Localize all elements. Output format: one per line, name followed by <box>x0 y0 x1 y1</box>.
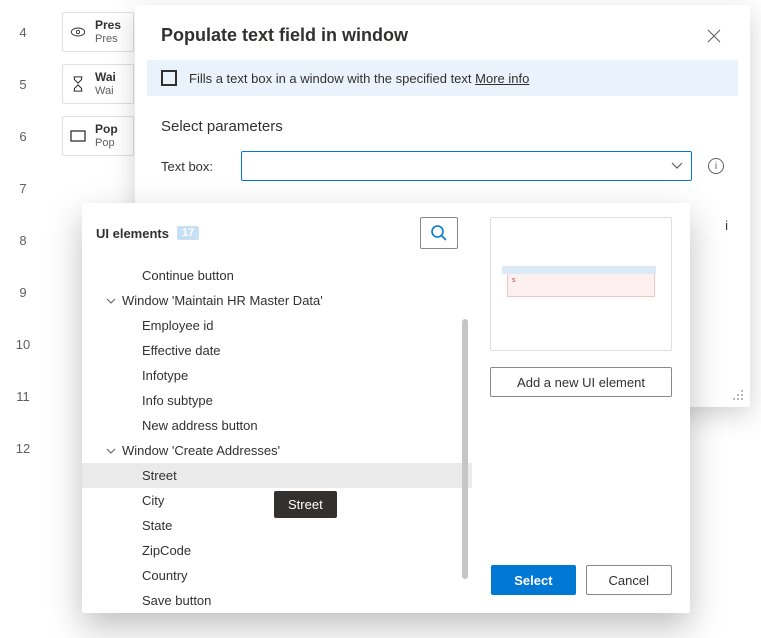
select-button[interactable]: Select <box>491 565 575 595</box>
picker-heading: UI elements <box>96 226 169 241</box>
tree-node[interactable]: New address button <box>82 413 472 438</box>
more-info-link[interactable]: More info <box>475 71 529 86</box>
step-number: 11 <box>14 389 32 404</box>
cursor-icon <box>69 23 87 41</box>
search-button[interactable] <box>420 217 458 249</box>
info-bar: Fills a text box in a window with the sp… <box>147 60 738 96</box>
step-row[interactable]: 6 PopPop <box>0 110 144 162</box>
tree-node-selected[interactable]: Street <box>82 463 472 488</box>
step-number: 10 <box>14 337 32 352</box>
resize-grip-icon[interactable] <box>732 389 744 401</box>
textbox-param-row: Text box: i <box>135 143 750 189</box>
search-icon <box>430 224 448 242</box>
tree-node[interactable]: State <box>82 513 472 538</box>
tree-node[interactable]: Save button <box>82 588 472 613</box>
step-number: 6 <box>14 129 32 144</box>
tree-node[interactable]: Country <box>82 563 472 588</box>
textbox-label: Text box: <box>161 159 225 174</box>
tree-group[interactable]: Window 'Maintain HR Master Data' <box>82 288 472 313</box>
preview-field: s <box>507 271 655 297</box>
element-count-badge: 17 <box>177 226 199 240</box>
tree-node[interactable]: Continue button <box>82 263 472 288</box>
cancel-button[interactable]: Cancel <box>586 565 672 595</box>
tree-node[interactable]: ZipCode <box>82 538 472 563</box>
step-row[interactable]: 4 PresPres <box>0 6 144 58</box>
rect-icon <box>69 127 87 145</box>
tree-node[interactable]: Infotype <box>82 363 472 388</box>
ui-elements-picker: UI elements 17 Continue button Window 'M… <box>82 203 690 613</box>
step-number: 8 <box>14 233 32 248</box>
step-card[interactable]: PresPres <box>62 12 134 52</box>
step-number: 9 <box>14 285 32 300</box>
scrollbar[interactable] <box>462 319 468 579</box>
element-preview: s <box>490 217 672 351</box>
add-ui-element-button[interactable]: Add a new UI element <box>490 367 672 397</box>
info-icon[interactable]: i <box>725 218 728 233</box>
ui-elements-tree: Continue button Window 'Maintain HR Mast… <box>82 259 472 627</box>
tree-node[interactable]: Employee id <box>82 313 472 338</box>
step-number: 12 <box>14 441 32 456</box>
chevron-down-icon <box>106 446 116 456</box>
chevron-down-icon <box>106 296 116 306</box>
step-card[interactable]: WaiWai <box>62 64 134 104</box>
tree-group[interactable]: Window 'Create Addresses' <box>82 438 472 463</box>
step-number: 4 <box>14 25 32 40</box>
tree-node[interactable]: City <box>82 488 472 513</box>
textbox-combo[interactable] <box>241 151 692 181</box>
tree-node[interactable]: Effective date <box>82 338 472 363</box>
hourglass-icon <box>69 75 87 93</box>
info-icon[interactable]: i <box>708 158 724 174</box>
tree-node[interactable]: Info subtype <box>82 388 472 413</box>
step-card[interactable]: PopPop <box>62 116 134 156</box>
params-heading: Select parameters <box>135 96 750 143</box>
square-icon <box>161 70 177 86</box>
step-row[interactable]: 5 WaiWai <box>0 58 144 110</box>
chevron-down-icon <box>671 162 683 170</box>
dialog-title: Populate text field in window <box>161 25 408 46</box>
step-number: 7 <box>14 181 32 196</box>
close-button[interactable] <box>704 26 724 46</box>
step-number: 5 <box>14 77 32 92</box>
